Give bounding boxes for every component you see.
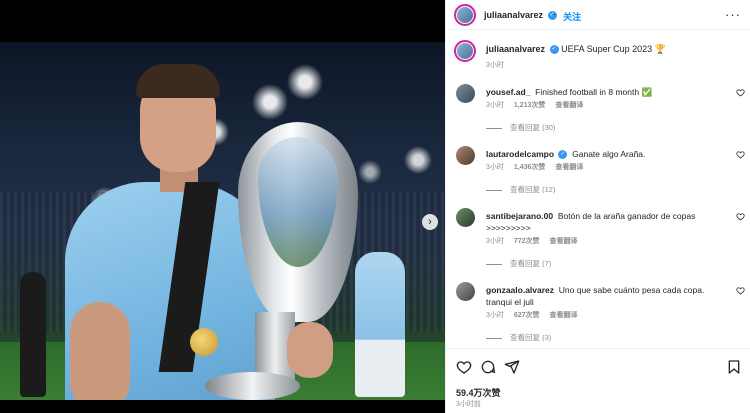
translate-link[interactable]: 查看翻译 xyxy=(555,164,583,171)
commenter-avatar[interactable] xyxy=(456,146,475,165)
comment-meta: 3小时 627次赞 查看翻译 xyxy=(486,310,586,320)
post-header: juliaanalvarez ✓ · 关注 ··· xyxy=(446,0,750,30)
comment-meta: 3小时 1,213次赞 查看翻译 xyxy=(486,100,591,110)
comment-text: yousef.ad_ Finished football in 8 month … xyxy=(486,86,726,98)
verified-icon: ✓ xyxy=(549,45,559,55)
view-replies-label[interactable]: 查看回复 (7) xyxy=(510,259,551,268)
share-icon[interactable] xyxy=(504,359,520,375)
more-options-icon[interactable]: ··· xyxy=(725,7,741,22)
translate-link[interactable]: 查看翻译 xyxy=(550,238,578,245)
player-hair xyxy=(136,64,220,98)
view-replies-button[interactable]: 查看回复 (3) xyxy=(486,332,551,343)
view-replies-button[interactable]: 查看回复 (30) xyxy=(486,122,555,133)
comment-username[interactable]: santibejarano.00 xyxy=(486,211,553,221)
player-arm xyxy=(70,302,130,400)
comment-time: 3小时 xyxy=(486,312,504,319)
replies-line xyxy=(486,263,502,265)
post-actions-bar: 59.4万次赞 3小时前 xyxy=(446,348,750,413)
comment-text: lautarodelcampo ✓ Ganate algo Araña. xyxy=(486,148,726,160)
background-person xyxy=(20,272,46,397)
comment-time: 3小时 xyxy=(486,164,504,171)
commenter-avatar[interactable] xyxy=(456,208,475,227)
commenter-avatar[interactable] xyxy=(456,282,475,301)
comment-heart-icon[interactable] xyxy=(736,150,745,159)
comment-text: gonzaalo.alvarez Uno que sabe cuánto pes… xyxy=(486,284,726,308)
comment-likes[interactable]: 627次赞 xyxy=(514,312,540,319)
background-player xyxy=(355,252,405,397)
comment-icon[interactable] xyxy=(480,359,496,375)
caption-text-row: juliaanalvarez ✓ UEFA Super Cup 2023 🏆 xyxy=(486,44,666,55)
replies-line xyxy=(486,189,502,191)
comment-item: lautarodelcampo ✓ Ganate algo Araña. 3小时… xyxy=(446,146,750,198)
view-replies-label[interactable]: 查看回复 (12) xyxy=(510,185,555,194)
comment-username[interactable]: lautarodelcampo xyxy=(486,149,554,159)
view-replies-label[interactable]: 查看回复 (3) xyxy=(510,333,551,342)
author-username-row[interactable]: juliaanalvarez ✓ xyxy=(484,10,557,21)
view-replies-label[interactable]: 查看回复 (30) xyxy=(510,123,555,132)
bookmark-icon[interactable] xyxy=(726,359,742,375)
medal xyxy=(190,328,218,356)
translate-link[interactable]: 查看翻译 xyxy=(555,102,583,109)
view-replies-button[interactable]: 查看回复 (7) xyxy=(486,258,551,269)
view-replies-button[interactable]: 查看回复 (12) xyxy=(486,184,555,195)
author-username[interactable]: juliaanalvarez xyxy=(484,10,543,20)
likes-total[interactable]: 59.4万次赞 xyxy=(456,386,501,399)
comment-username[interactable]: gonzaalo.alvarez xyxy=(486,285,554,295)
verified-icon: ✓ xyxy=(558,150,568,160)
comment-meta: 3小时 772次赞 查看翻译 xyxy=(486,236,586,246)
post-photo[interactable] xyxy=(0,42,445,400)
comment-body: Ganate algo Araña. xyxy=(572,149,646,159)
comment-likes[interactable]: 1,213次赞 xyxy=(514,102,546,109)
heart-icon[interactable] xyxy=(456,359,472,375)
comment-likes[interactable]: 772次赞 xyxy=(514,238,540,245)
commenter-avatar[interactable] xyxy=(456,84,475,103)
caption-avatar[interactable] xyxy=(454,40,476,62)
comment-item: yousef.ad_ Finished football in 8 month … xyxy=(446,84,750,136)
header-separator: · xyxy=(553,9,556,19)
post-time: 3小时前 xyxy=(456,401,481,408)
comment-meta: 3小时 1,436次赞 查看翻译 xyxy=(486,162,591,172)
post-caption: juliaanalvarez ✓ UEFA Super Cup 2023 🏆 3… xyxy=(446,38,750,74)
caption-username[interactable]: juliaanalvarez xyxy=(486,44,545,54)
comment-item: gonzaalo.alvarez Uno que sabe cuánto pes… xyxy=(446,282,750,344)
comment-text: santibejarano.00 Botón de la araña ganad… xyxy=(486,210,726,234)
comment-time: 3小时 xyxy=(486,238,504,245)
comment-body: Finished football in 8 month ✅ xyxy=(535,87,653,97)
carousel-next-button[interactable]: › xyxy=(422,214,438,230)
player-hand xyxy=(287,322,333,378)
follow-button[interactable]: 关注 xyxy=(563,10,581,23)
post-side-panel: juliaanalvarez ✓ · 关注 ··· juliaanalvarez… xyxy=(445,0,750,413)
comment-username[interactable]: yousef.ad_ xyxy=(486,87,530,97)
trophy-base xyxy=(205,372,300,400)
author-avatar[interactable] xyxy=(454,4,476,26)
comment-heart-icon[interactable] xyxy=(736,286,745,295)
comment-time: 3小时 xyxy=(486,102,504,109)
caption-time: 3小时 xyxy=(486,62,504,69)
replies-line xyxy=(486,337,502,339)
comment-likes[interactable]: 1,436次赞 xyxy=(514,164,546,171)
comment-heart-icon[interactable] xyxy=(736,88,745,97)
comment-item: santibejarano.00 Botón de la araña ganad… xyxy=(446,208,750,270)
comment-heart-icon[interactable] xyxy=(736,212,745,221)
post-media-panel: › xyxy=(0,0,445,413)
translate-link[interactable]: 查看翻译 xyxy=(550,312,578,319)
caption-body: UEFA Super Cup 2023 🏆 xyxy=(561,44,666,54)
replies-line xyxy=(486,127,502,129)
